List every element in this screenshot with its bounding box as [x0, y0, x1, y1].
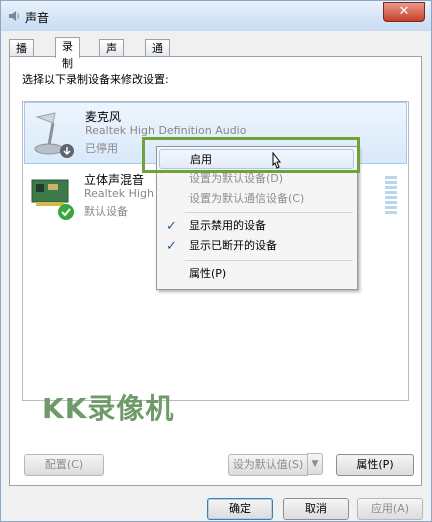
device-description: Realtek High — [84, 187, 154, 200]
device-status: 已停用 — [85, 142, 118, 155]
checkmark-icon: ✓ — [166, 219, 177, 234]
configure-button[interactable]: 配置(C) — [24, 454, 104, 476]
menu-item-show-disabled[interactable]: ✓ 显示禁用的设备 — [159, 216, 354, 236]
ok-button[interactable]: 确定 — [207, 498, 273, 520]
apply-button[interactable]: 应用(A) — [357, 498, 423, 520]
set-default-button[interactable]: 设为默认值(S) — [228, 454, 308, 476]
menu-separator — [185, 212, 353, 213]
menu-item-label: 显示禁用的设备 — [189, 219, 266, 232]
window-title: 声音 — [25, 11, 50, 25]
device-name: 立体声混音 — [84, 173, 145, 187]
chevron-down-icon[interactable]: ▼ — [307, 453, 323, 475]
level-meter — [385, 176, 397, 220]
microphone-icon — [34, 112, 74, 158]
properties-button[interactable]: 属性(P) — [336, 454, 414, 476]
menu-item-properties[interactable]: 属性(P) — [159, 264, 354, 284]
menu-item-set-default-comm[interactable]: 设置为默认通信设备(C) — [159, 189, 354, 209]
close-icon: ✕ — [398, 4, 410, 19]
tab-playback[interactable]: 播放 — [9, 39, 34, 72]
tab-recording[interactable]: 录制 — [55, 37, 80, 70]
tab-communications[interactable]: 通信 — [145, 39, 170, 72]
device-name: 麦克风 — [85, 110, 122, 124]
close-button[interactable]: ✕ — [383, 2, 425, 22]
device-description: Realtek High Definition Audio — [85, 124, 247, 137]
device-status: 默认设备 — [84, 205, 128, 218]
menu-item-label: 显示已断开的设备 — [189, 239, 277, 252]
cancel-button[interactable]: 取消 — [283, 498, 349, 520]
instruction-text: 选择以下录制设备来修改设置: — [22, 73, 169, 86]
watermark: KK录像机 — [42, 392, 175, 425]
tab-sounds[interactable]: 声音 — [99, 39, 124, 72]
menu-item-show-disconnected[interactable]: ✓ 显示已断开的设备 — [159, 236, 354, 256]
sound-dialog: 声音 ✕ 播放 录制 声音 通信 选择以下录制设备来修改设置: 麦克风 Real… — [0, 0, 432, 522]
title-bar[interactable]: 声音 ✕ — [1, 1, 431, 31]
mouse-cursor-icon — [272, 152, 282, 169]
menu-separator — [185, 260, 353, 261]
highlight-box — [142, 137, 360, 173]
checkmark-icon: ✓ — [166, 239, 177, 254]
sound-card-icon — [31, 179, 74, 220]
speaker-icon — [9, 11, 19, 21]
